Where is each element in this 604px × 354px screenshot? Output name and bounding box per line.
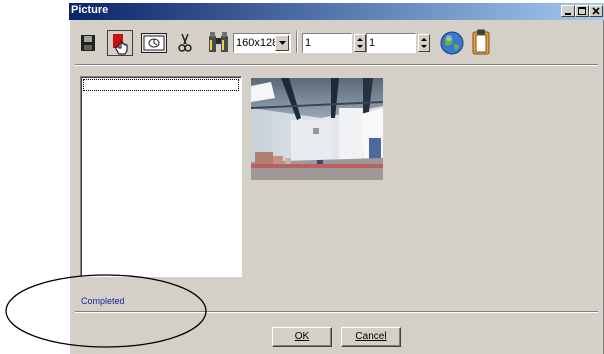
camera-view-button[interactable] xyxy=(141,33,167,57)
field-b-spinner[interactable] xyxy=(418,34,430,52)
capture-button[interactable] xyxy=(107,30,133,60)
picture-dialog: Picture 160x128 1 1 Completed OK Cancel xyxy=(69,3,604,354)
ok-button-label: OK xyxy=(294,331,310,342)
list-focus-row[interactable] xyxy=(83,79,239,91)
footer-separator xyxy=(75,311,598,313)
clipboard-icon xyxy=(472,29,490,55)
title-bar[interactable]: Picture xyxy=(69,3,604,20)
save-icon xyxy=(81,35,95,51)
minimize-button[interactable] xyxy=(561,5,575,17)
globe-button[interactable] xyxy=(440,31,464,59)
warehouse-photo xyxy=(251,78,383,180)
camera-view-icon xyxy=(141,33,167,53)
minimize-icon xyxy=(565,13,571,15)
toolbar-separator xyxy=(75,64,598,66)
resolution-dropdown-button[interactable] xyxy=(275,35,289,51)
cut-button[interactable] xyxy=(177,33,193,57)
field-b-value: 1 xyxy=(369,37,376,49)
maximize-icon xyxy=(578,7,586,15)
camera-preview-image xyxy=(251,78,383,180)
binoculars-button[interactable] xyxy=(207,30,231,58)
binoculars-icon xyxy=(209,32,228,52)
cancel-button-label: Cancel xyxy=(355,331,387,342)
close-button[interactable] xyxy=(589,5,603,17)
cancel-button[interactable]: Cancel xyxy=(341,327,401,347)
clipboard-button[interactable] xyxy=(471,29,491,59)
field-a-value: 1 xyxy=(305,37,312,49)
field-a-input[interactable]: 1 xyxy=(302,33,352,53)
resolution-select[interactable]: 160x128 xyxy=(233,33,291,53)
spinner-arrows-icon xyxy=(357,38,363,48)
field-a-spinner[interactable] xyxy=(354,34,366,52)
cut-icon xyxy=(178,33,192,52)
capture-icon xyxy=(107,30,133,56)
window-title: Picture xyxy=(71,4,109,16)
status-text: Completed xyxy=(81,296,125,306)
ok-button[interactable]: OK xyxy=(272,327,332,347)
chevron-down-icon xyxy=(279,41,286,45)
maximize-button[interactable] xyxy=(575,5,589,17)
picture-list[interactable] xyxy=(80,76,242,277)
field-b-input[interactable]: 1 xyxy=(366,33,416,53)
close-icon xyxy=(592,7,600,15)
toolbar-divider xyxy=(296,31,298,53)
resolution-value: 160x128 xyxy=(236,37,279,49)
save-button[interactable] xyxy=(80,34,96,56)
spinner-arrows-icon xyxy=(421,38,427,48)
globe-icon xyxy=(440,31,464,55)
